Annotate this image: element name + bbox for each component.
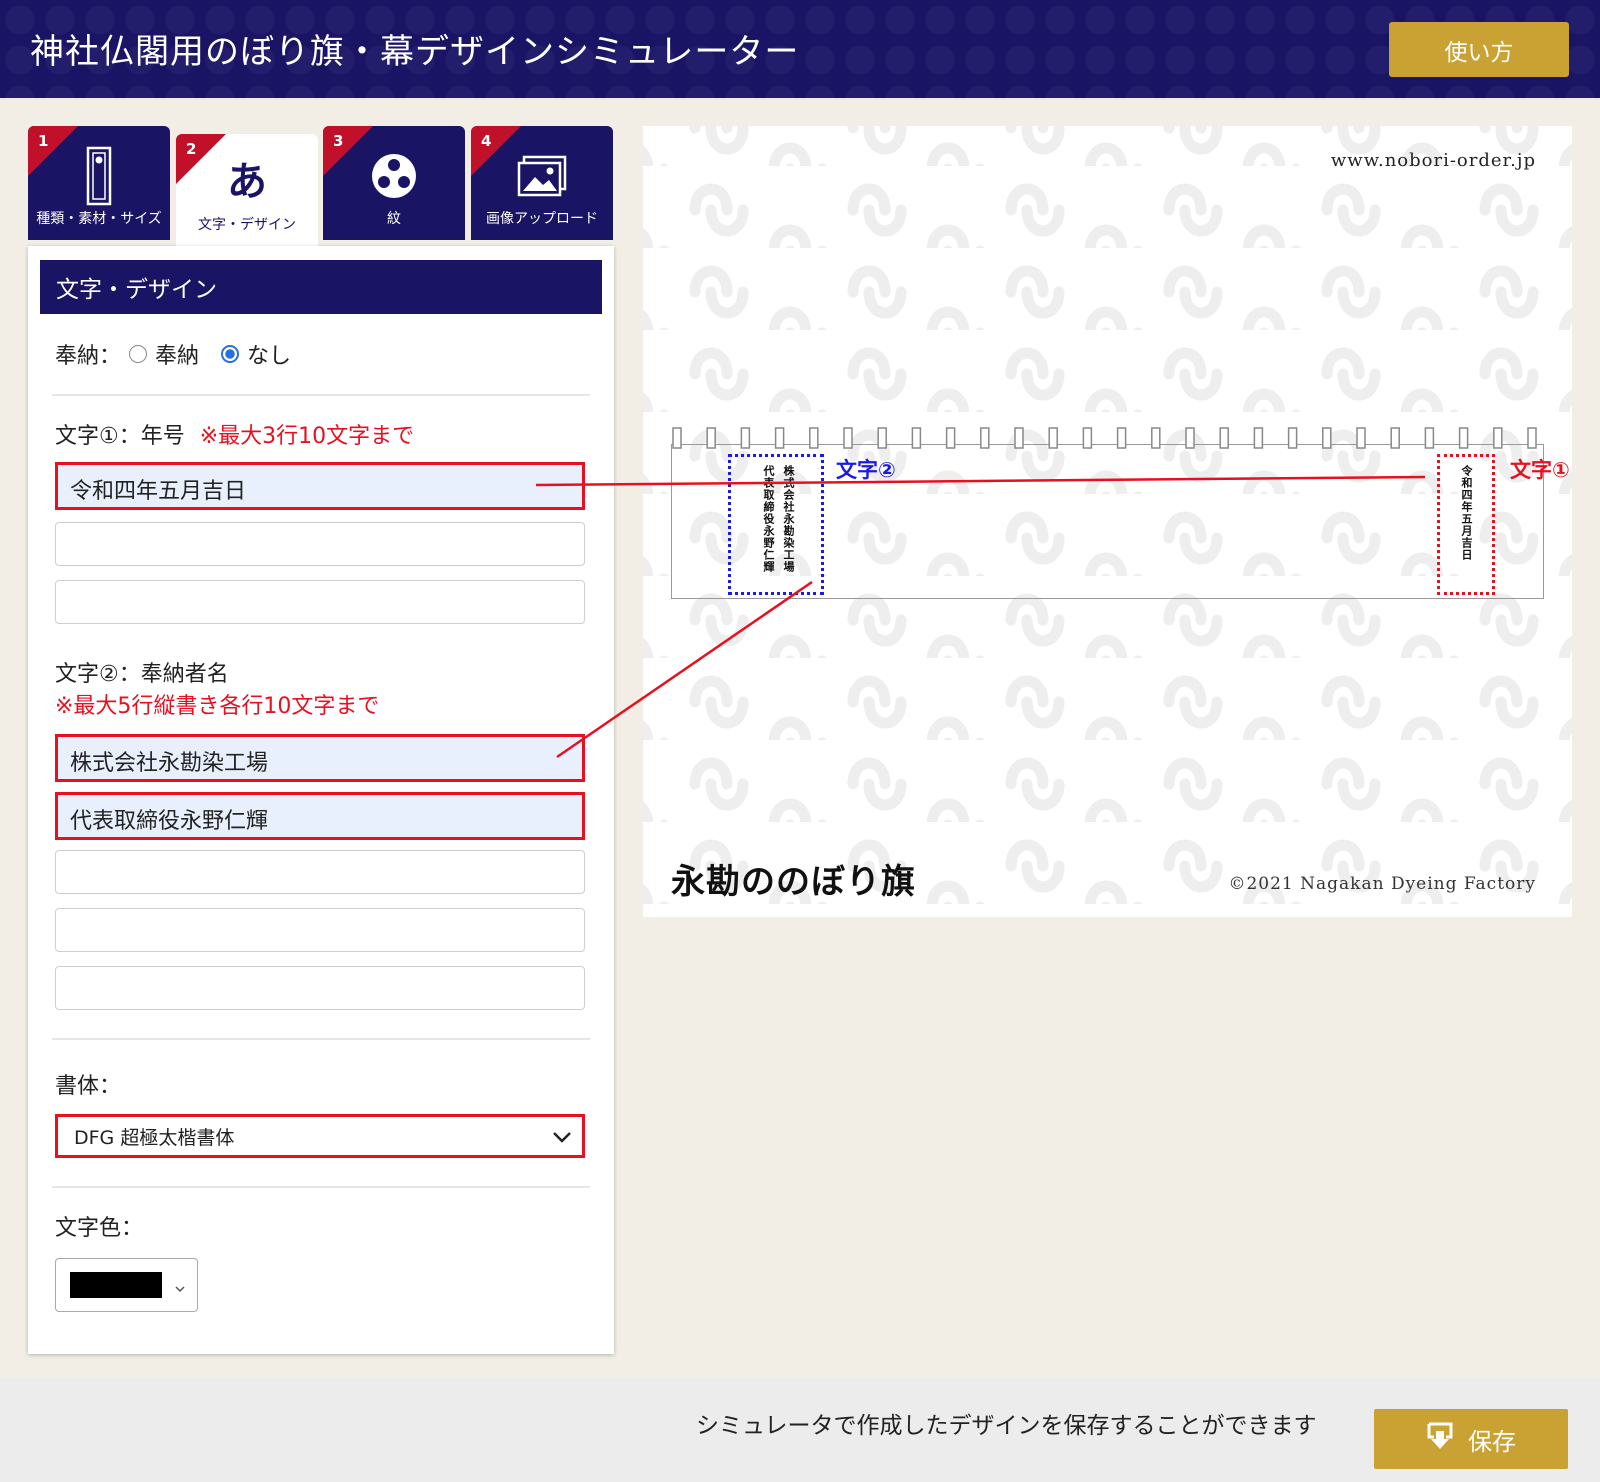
font-label: 書体： bbox=[55, 1074, 122, 1099]
image-icon bbox=[471, 146, 613, 206]
curtain-text1-line1: 令和四年五月吉日 bbox=[1460, 465, 1473, 561]
banner-icon bbox=[28, 146, 170, 206]
app-title: 神社仏閣用のぼり旗・幕デザインシミュレーター bbox=[30, 32, 800, 72]
text1-note: ※最大3行10文字まで bbox=[199, 424, 415, 449]
text2-area[interactable]: 株式会社永勘染工場 代表取締役永野仁輝 bbox=[728, 454, 824, 595]
text-color-label: 文字色： bbox=[55, 1216, 144, 1241]
settings-panel: 文字・デザイン 奉納： 奉納 なし 文字①：年号 ※最大3行10文字まで 令和四… bbox=[28, 246, 614, 1354]
hiragana-a-icon: あ bbox=[227, 159, 267, 205]
footer-message: シミュレータで作成したデザインを保存することができます bbox=[696, 1413, 1317, 1439]
text1-marker: 文字① bbox=[1510, 458, 1570, 482]
nobori-logo: 永勘ののぼり旗 bbox=[671, 862, 916, 902]
text1-label-row: 文字①：年号 ※最大3行10文字まで bbox=[55, 418, 414, 450]
tab-type-material-size[interactable]: 1 種類・素材・サイズ bbox=[28, 126, 170, 240]
text1-line2-input[interactable] bbox=[55, 522, 585, 566]
hounou-radio-yes[interactable] bbox=[129, 345, 148, 363]
font-select[interactable]: DFG 超極太楷書体 bbox=[55, 1114, 585, 1158]
curtain-text2-line1: 株式会社永勘染工場 bbox=[782, 465, 795, 573]
hounou-option-yes: 奉納 bbox=[155, 344, 200, 369]
text2-line4-input[interactable] bbox=[55, 908, 585, 952]
text2-label: 文字②：奉納者名 bbox=[55, 662, 229, 687]
copyright: ©2021 Nagakan Dyeing Factory bbox=[1228, 874, 1536, 894]
tab-label: 種類・素材・サイズ bbox=[36, 211, 162, 227]
text2-line5-input[interactable] bbox=[55, 966, 585, 1010]
color-swatch bbox=[70, 1272, 162, 1298]
text2-note: ※最大5行縦書き各行10文字まで bbox=[55, 694, 380, 719]
text1-line1-input[interactable]: 令和四年五月吉日 bbox=[55, 462, 585, 510]
text-color-picker[interactable] bbox=[55, 1258, 198, 1312]
download-icon bbox=[1426, 1421, 1454, 1458]
divider bbox=[52, 394, 590, 396]
help-button[interactable]: 使い方 bbox=[1389, 22, 1569, 77]
hounou-row: 奉納： 奉納 なし bbox=[55, 338, 291, 370]
site-url: www.nobori-order.jp bbox=[1330, 150, 1536, 171]
tomoe-crest-icon bbox=[323, 146, 465, 206]
divider bbox=[52, 1038, 590, 1040]
text1-label: 文字①：年号 bbox=[55, 424, 185, 449]
text1-line3-input[interactable] bbox=[55, 580, 585, 624]
tab-label: 画像アップロード bbox=[486, 211, 598, 227]
hounou-option-none: なし bbox=[247, 344, 292, 369]
save-label: 保存 bbox=[1468, 1428, 1516, 1456]
tab-label: 文字・デザイン bbox=[198, 217, 296, 233]
text1-area[interactable]: 令和四年五月吉日 bbox=[1437, 454, 1495, 595]
tab-label: 紋 bbox=[387, 211, 401, 227]
divider bbox=[52, 1186, 590, 1188]
chevron-down-icon bbox=[174, 1279, 186, 1298]
font-value: DFG 超極太楷書体 bbox=[74, 1126, 235, 1149]
chevron-down-icon bbox=[552, 1127, 572, 1149]
hounou-radio-none[interactable] bbox=[221, 345, 240, 363]
curtain-text2-line2: 代表取締役永野仁輝 bbox=[762, 465, 775, 573]
tab-image-upload[interactable]: 4 画像アップロード bbox=[471, 126, 613, 240]
preview-canvas: www.nobori-order.jp 株式会社永勘染工場 代表取締役永野仁輝 … bbox=[643, 126, 1572, 917]
text2-line1-input[interactable]: 株式会社永勘染工場 bbox=[55, 734, 585, 782]
footer-bar: シミュレータで作成したデザインを保存することができます 保存 bbox=[0, 1378, 1600, 1482]
tab-text-design[interactable]: 2 あ 文字・デザイン bbox=[176, 134, 318, 246]
text2-line3-input[interactable] bbox=[55, 850, 585, 894]
tab-crest[interactable]: 3 紋 bbox=[323, 126, 465, 240]
text2-marker: 文字② bbox=[836, 458, 896, 482]
hounou-label: 奉納： bbox=[55, 344, 122, 369]
app-header: 神社仏閣用のぼり旗・幕デザインシミュレーター 使い方 bbox=[0, 0, 1600, 98]
text2-line2-input[interactable]: 代表取締役永野仁輝 bbox=[55, 792, 585, 840]
save-button[interactable]: 保存 bbox=[1374, 1409, 1568, 1469]
panel-title: 文字・デザイン bbox=[40, 260, 602, 314]
